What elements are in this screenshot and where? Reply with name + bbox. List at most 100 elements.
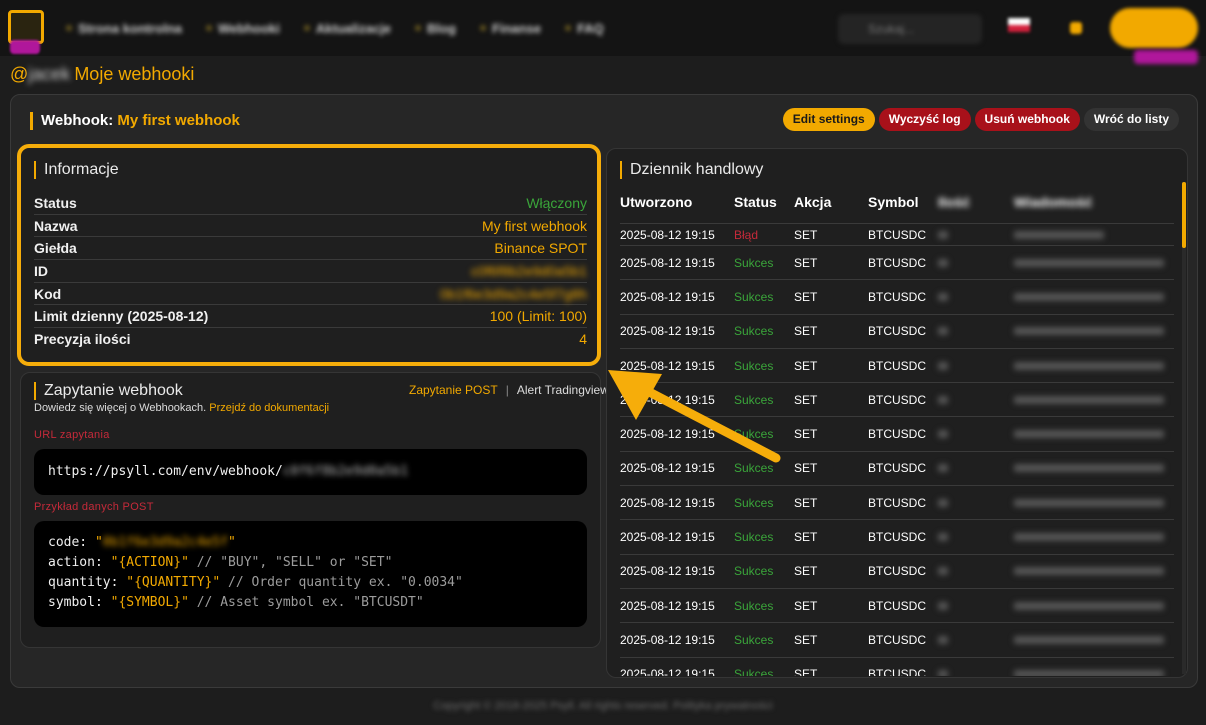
log-message-hidden (1014, 256, 1174, 270)
log-message-hidden (1014, 324, 1174, 338)
log-message-hidden (1014, 496, 1174, 510)
name-value: My first webhook (481, 217, 587, 234)
page-title-text: Moje webhooki (74, 64, 195, 84)
code-comment: // Asset symbol ex. "BTCUSDT" (188, 595, 424, 610)
log-message-hidden (1014, 393, 1174, 407)
log-symbol: BTCUSDC (868, 530, 927, 545)
at-sign: @ (10, 64, 29, 84)
language-flag-icon[interactable] (1008, 18, 1030, 32)
log-message-hidden (1014, 461, 1174, 475)
log-row: 2025-08-12 19:15 Sukces SET BTCUSDC (620, 280, 1174, 315)
log-date: 2025-08-12 19:15 (620, 564, 715, 579)
log-scrollbar-track[interactable] (1182, 182, 1186, 674)
log-symbol: BTCUSDC (868, 358, 927, 373)
tab-tradingview-alert[interactable]: Alert Tradingview (517, 383, 609, 397)
col-status: Status (734, 194, 777, 210)
log-symbol: BTCUSDC (868, 564, 927, 579)
info-key: Precyzja ilości (34, 331, 131, 348)
code-line-action: action: "{ACTION}" // "BUY", "SELL" or "… (48, 553, 573, 573)
nav-icon (66, 25, 72, 31)
log-quantity-hidden (938, 324, 1014, 338)
clear-log-button[interactable]: Wyczyść log (878, 108, 971, 131)
code-comment: // "BUY", "SELL" or "SET" (188, 555, 393, 570)
log-quantity-hidden (938, 290, 1014, 304)
info-row-daily-limit: Limit dzienny (2025-08-12) 100 (Limit: 10… (34, 305, 587, 329)
nav-item-blog[interactable]: Blog (407, 14, 464, 42)
log-status: Sukces (734, 324, 774, 339)
code-key: code: (48, 535, 95, 550)
notification-icon[interactable] (1070, 22, 1082, 34)
main-nav: Strona kontrolna Webhooki Aktualizacje B… (58, 14, 612, 42)
log-action: SET (794, 392, 818, 407)
log-action: SET (794, 289, 818, 304)
log-symbol: BTCUSDC (868, 495, 927, 510)
nav-icon (415, 25, 422, 31)
wallet-button[interactable] (1110, 8, 1198, 48)
site-logo[interactable] (8, 10, 44, 44)
url-hidden-part: c0f6f8b2e9d0a5b1 (282, 464, 409, 479)
log-message-hidden (1014, 667, 1174, 676)
nav-item-updates[interactable]: Aktualizacje (296, 14, 399, 42)
log-action: SET (794, 564, 818, 579)
log-action: SET (794, 667, 818, 676)
log-row: 2025-08-12 19:15 Sukces SET BTCUSDC (620, 486, 1174, 521)
log-status: Sukces (734, 632, 774, 647)
delete-webhook-button[interactable]: Usuń webhook (974, 108, 1080, 131)
log-action: SET (794, 227, 818, 242)
post-data-box[interactable]: code: "0b1f6e3d9a2c4e5f" action: "{ACTIO… (34, 521, 587, 627)
log-status: Sukces (734, 289, 774, 304)
documentation-link[interactable]: Przejdź do dokumentacji (209, 402, 329, 414)
post-data-label: Przykład danych POST (34, 501, 154, 513)
footer: Copyright © 2018-2025 Psyll. All rights … (433, 700, 773, 712)
trade-log-header: Utworzono Status Akcja Symbol Ilość Wiad… (620, 190, 1174, 224)
code-key: action: (48, 555, 111, 570)
log-status: Sukces (734, 564, 774, 579)
nav-item-dashboard[interactable]: Strona kontrolna (58, 14, 190, 42)
nav-item-faq[interactable]: FAQ (557, 14, 612, 42)
code-value: 0b1f6e3d9a2c4e5f7g8h (439, 285, 587, 302)
log-status: Sukces (734, 530, 774, 545)
log-symbol: BTCUSDC (868, 392, 927, 407)
info-key: Kod (34, 285, 62, 302)
username[interactable]: jacek (28, 64, 70, 85)
tab-post-request[interactable]: Zapytanie POST (409, 383, 498, 397)
info-row-code: Kod 0b1f6e3d9a2c4e5f7g8h (34, 283, 587, 306)
info-key: Limit dzienny (2025-08-12) (34, 308, 209, 325)
log-date: 2025-08-12 19:15 (620, 289, 715, 304)
webhook-actions: Edit settings Wyczyść log Usuń webhook W… (782, 108, 1179, 131)
log-message-hidden (1014, 427, 1174, 441)
log-symbol: BTCUSDC (868, 324, 927, 339)
info-key: ID (34, 262, 48, 279)
info-row-status: Status Włączony (34, 192, 587, 215)
log-quantity-hidden (938, 256, 1014, 270)
log-quantity-hidden (938, 427, 1014, 441)
nav-label: Blog (427, 20, 456, 36)
log-date: 2025-08-12 19:15 (620, 632, 715, 647)
edit-settings-button[interactable]: Edit settings (782, 108, 875, 131)
back-to-list-button[interactable]: Wróć do listy (1083, 108, 1179, 131)
log-symbol: BTCUSDC (868, 667, 927, 676)
log-quantity-hidden (938, 496, 1014, 510)
log-date: 2025-08-12 19:15 (620, 495, 715, 510)
log-symbol: BTCUSDC (868, 227, 927, 242)
request-title: Zapytanie webhook (34, 382, 183, 400)
col-action: Akcja (794, 194, 832, 210)
log-action: SET (794, 427, 818, 442)
search-input[interactable]: Szukaj... (838, 14, 982, 44)
webhook-url-box[interactable]: https://psyll.com/env/webhook/c0f6f8b2e9… (34, 449, 587, 495)
nav-item-webhooks[interactable]: Webhooki (198, 14, 288, 42)
nav-label: Finanse (491, 20, 542, 36)
code-line-quantity: quantity: "{QUANTITY}" // Order quantity… (48, 573, 573, 593)
status-value: Włączony (526, 194, 587, 211)
log-row: 2025-08-12 19:15 Sukces SET BTCUSDC (620, 520, 1174, 555)
log-date: 2025-08-12 19:15 (620, 255, 715, 270)
log-scrollbar-thumb[interactable] (1182, 182, 1186, 248)
log-row: 2025-08-12 19:15 Sukces SET BTCUSDC (620, 246, 1174, 281)
webhook-title: Webhook: My first webhook (30, 112, 240, 130)
log-message-hidden (1014, 599, 1174, 613)
url-label: URL zapytania (34, 429, 110, 441)
nav-item-finance[interactable]: Finanse (472, 14, 549, 42)
log-action: SET (794, 530, 818, 545)
nav-icon (303, 25, 310, 31)
log-message-hidden (1014, 228, 1174, 242)
